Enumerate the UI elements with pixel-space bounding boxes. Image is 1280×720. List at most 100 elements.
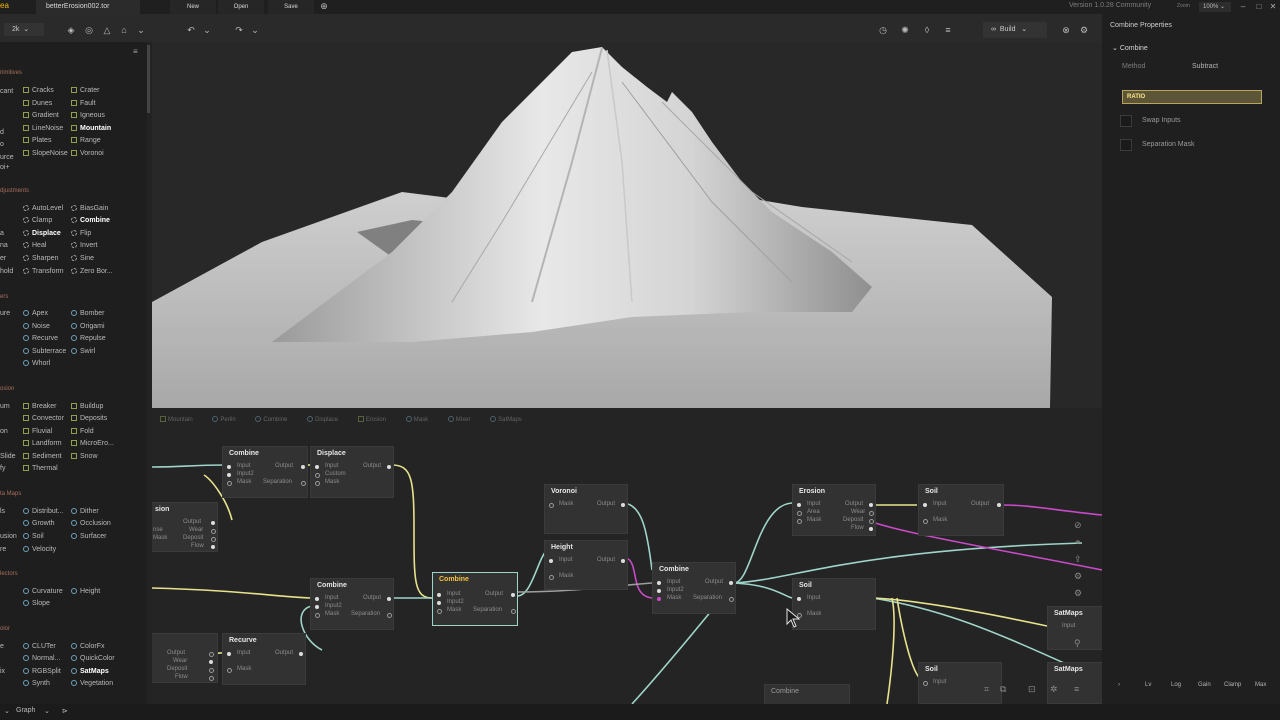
lib-item-colorfx[interactable]: ColorFx bbox=[71, 643, 105, 650]
input-port[interactable] bbox=[797, 597, 801, 601]
lib-item[interactable]: re bbox=[0, 546, 6, 553]
close-icon[interactable]: ✕ bbox=[1266, 1, 1280, 13]
lib-item-swirl[interactable]: Swirl bbox=[71, 348, 95, 355]
lib-item-heal[interactable]: Heal bbox=[23, 242, 46, 249]
dropdown-icon[interactable]: ⌄ bbox=[4, 707, 10, 715]
maximize-icon[interactable]: □ bbox=[1252, 1, 1266, 13]
lib-item-growth[interactable]: Growth bbox=[23, 520, 55, 527]
lib-item-occlusion[interactable]: Occlusion bbox=[71, 520, 111, 527]
output-port[interactable] bbox=[729, 581, 733, 585]
lib-item-sine[interactable]: Sine bbox=[71, 255, 94, 262]
lib-item-slope[interactable]: Slope bbox=[23, 600, 50, 607]
lib-item-subterrace[interactable]: Subterrace bbox=[23, 348, 66, 355]
separation-port[interactable] bbox=[729, 597, 734, 602]
layout-icon[interactable]: ✲ bbox=[1050, 684, 1058, 695]
layers-icon[interactable]: ≡ bbox=[941, 23, 955, 37]
3d-viewport[interactable] bbox=[152, 42, 1102, 408]
lib-item-fault[interactable]: Fault bbox=[71, 100, 96, 107]
lib-item-snow[interactable]: Snow bbox=[71, 453, 98, 460]
deposit-port[interactable] bbox=[209, 668, 214, 673]
node-combine-3[interactable]: Combine Input Input2 Mask Output Separat… bbox=[652, 562, 736, 614]
lib-item-clamp[interactable]: Clamp bbox=[23, 217, 52, 224]
settings-icon[interactable]: ⚙ bbox=[1077, 23, 1091, 37]
node-combine-bottom[interactable]: Combine bbox=[764, 684, 850, 704]
lib-item-cluter[interactable]: CLUTer bbox=[23, 643, 56, 650]
add-tab-icon[interactable]: ⊕ bbox=[318, 1, 330, 13]
lib-item[interactable]: er bbox=[0, 255, 6, 262]
graph-disable-icon[interactable]: ⊘ bbox=[1074, 520, 1082, 531]
lib-item[interactable]: on bbox=[0, 428, 8, 435]
node-height[interactable]: Height Input Mask Output bbox=[544, 540, 628, 590]
save-button[interactable]: Save bbox=[268, 0, 314, 14]
lib-item[interactable]: o bbox=[0, 141, 4, 148]
properties-section-combine[interactable]: ⌄ Combine bbox=[1112, 44, 1148, 52]
mask-port[interactable] bbox=[657, 597, 661, 601]
lib-item-recurve[interactable]: Recurve bbox=[23, 335, 58, 342]
lib-item-gradient[interactable]: Gradient bbox=[23, 112, 59, 119]
input-port[interactable] bbox=[315, 597, 319, 601]
custom-port[interactable] bbox=[315, 473, 320, 478]
tab-lv[interactable]: Lv bbox=[1145, 682, 1151, 688]
area-port[interactable] bbox=[797, 511, 802, 516]
output-port[interactable] bbox=[211, 521, 215, 525]
lib-item-biasgain[interactable]: BiasGain bbox=[71, 205, 108, 212]
chevron-down-icon[interactable]: ⌄ bbox=[134, 23, 148, 37]
output-port[interactable] bbox=[301, 465, 305, 469]
lib-item[interactable]: urce bbox=[0, 154, 14, 161]
lib-item-origami[interactable]: Origami bbox=[71, 323, 105, 330]
mask-port[interactable] bbox=[549, 503, 554, 508]
lib-item-thermal[interactable]: Thermal bbox=[23, 465, 58, 472]
lib-item-sediment[interactable]: Sediment bbox=[23, 453, 62, 460]
lib-item-apex[interactable]: Apex bbox=[23, 310, 48, 317]
deposit-port[interactable] bbox=[869, 519, 874, 524]
lib-item-crater[interactable]: Crater bbox=[71, 87, 99, 94]
new-button[interactable]: New bbox=[170, 0, 216, 14]
lib-item-normalizer[interactable]: Normal... bbox=[23, 655, 60, 662]
mask-port[interactable] bbox=[227, 481, 232, 486]
node-erosion-left[interactable]: sion nse Mask Output Wear Deposit Flow bbox=[152, 502, 218, 552]
lib-item-combine[interactable]: Combine bbox=[71, 217, 110, 224]
lib-item-quickcolor[interactable]: QuickColor bbox=[71, 655, 115, 662]
lib-item-repulse[interactable]: Repulse bbox=[71, 335, 106, 342]
input-port[interactable] bbox=[437, 593, 441, 597]
lib-item-microerosion[interactable]: MicroEro... bbox=[71, 440, 114, 447]
graph-toggle-icon[interactable]: ⚲ bbox=[1074, 638, 1081, 649]
lib-item-whorl[interactable]: Whorl bbox=[23, 360, 50, 367]
tab-collapse-icon[interactable]: › bbox=[1118, 682, 1120, 688]
node-combine-selected[interactable]: Combine Input Input2 Mask Output Separat… bbox=[432, 572, 518, 626]
lib-item[interactable]: na bbox=[0, 242, 8, 249]
node-combine-1[interactable]: Combine Input Input2 Mask Output Separat… bbox=[222, 446, 308, 498]
lib-item[interactable]: fy bbox=[0, 465, 5, 472]
undo-icon[interactable]: ↶ bbox=[184, 23, 198, 37]
lib-item-height[interactable]: Height bbox=[71, 588, 100, 595]
lib-item-vegetation[interactable]: Vegetation bbox=[71, 680, 113, 687]
mask-port[interactable] bbox=[797, 519, 802, 524]
node-graph[interactable]: Mountain Perlin Combine Displace Erosion… bbox=[152, 410, 1102, 704]
lib-item[interactable]: Slide bbox=[0, 453, 16, 460]
build-button[interactable]: ∞ Build ⌄ bbox=[983, 22, 1047, 38]
deposit-port[interactable] bbox=[211, 537, 216, 542]
lib-item-synth[interactable]: Synth bbox=[23, 680, 50, 687]
lib-item-convector[interactable]: Convector bbox=[23, 415, 64, 422]
output-port[interactable] bbox=[621, 559, 625, 563]
input-port[interactable] bbox=[227, 465, 231, 469]
mask-port[interactable] bbox=[437, 609, 442, 614]
lib-item-velocity[interactable]: Velocity bbox=[23, 546, 56, 553]
lib-item-autolevel[interactable]: AutoLevel bbox=[23, 205, 63, 212]
lib-item-bomber[interactable]: Bomber bbox=[71, 310, 105, 317]
output-port[interactable] bbox=[209, 652, 214, 657]
graph-settings-icon[interactable]: ⚙ bbox=[1074, 571, 1082, 582]
node-erosion-bottom-left[interactable]: Output Wear Deposit Flow bbox=[152, 633, 218, 683]
lib-item[interactable]: usion bbox=[0, 533, 17, 540]
input-port[interactable] bbox=[315, 465, 319, 469]
input-port[interactable] bbox=[227, 473, 231, 477]
compass-icon[interactable]: ◎ bbox=[82, 23, 96, 37]
lib-item-fluvial[interactable]: Fluvial bbox=[23, 428, 52, 435]
graph-export-icon[interactable]: ⇪ bbox=[1074, 554, 1082, 565]
lib-item[interactable]: ix bbox=[0, 668, 5, 675]
node-displace[interactable]: Displace Input Custom Mask Output bbox=[310, 446, 394, 498]
node-satmaps-2[interactable]: SatMaps bbox=[1047, 662, 1102, 704]
lib-item-voronoi[interactable]: Voronoi bbox=[71, 150, 104, 157]
view-mode-icon[interactable]: ◈ bbox=[64, 23, 78, 37]
redo-history-icon[interactable]: ⌄ bbox=[248, 23, 262, 37]
